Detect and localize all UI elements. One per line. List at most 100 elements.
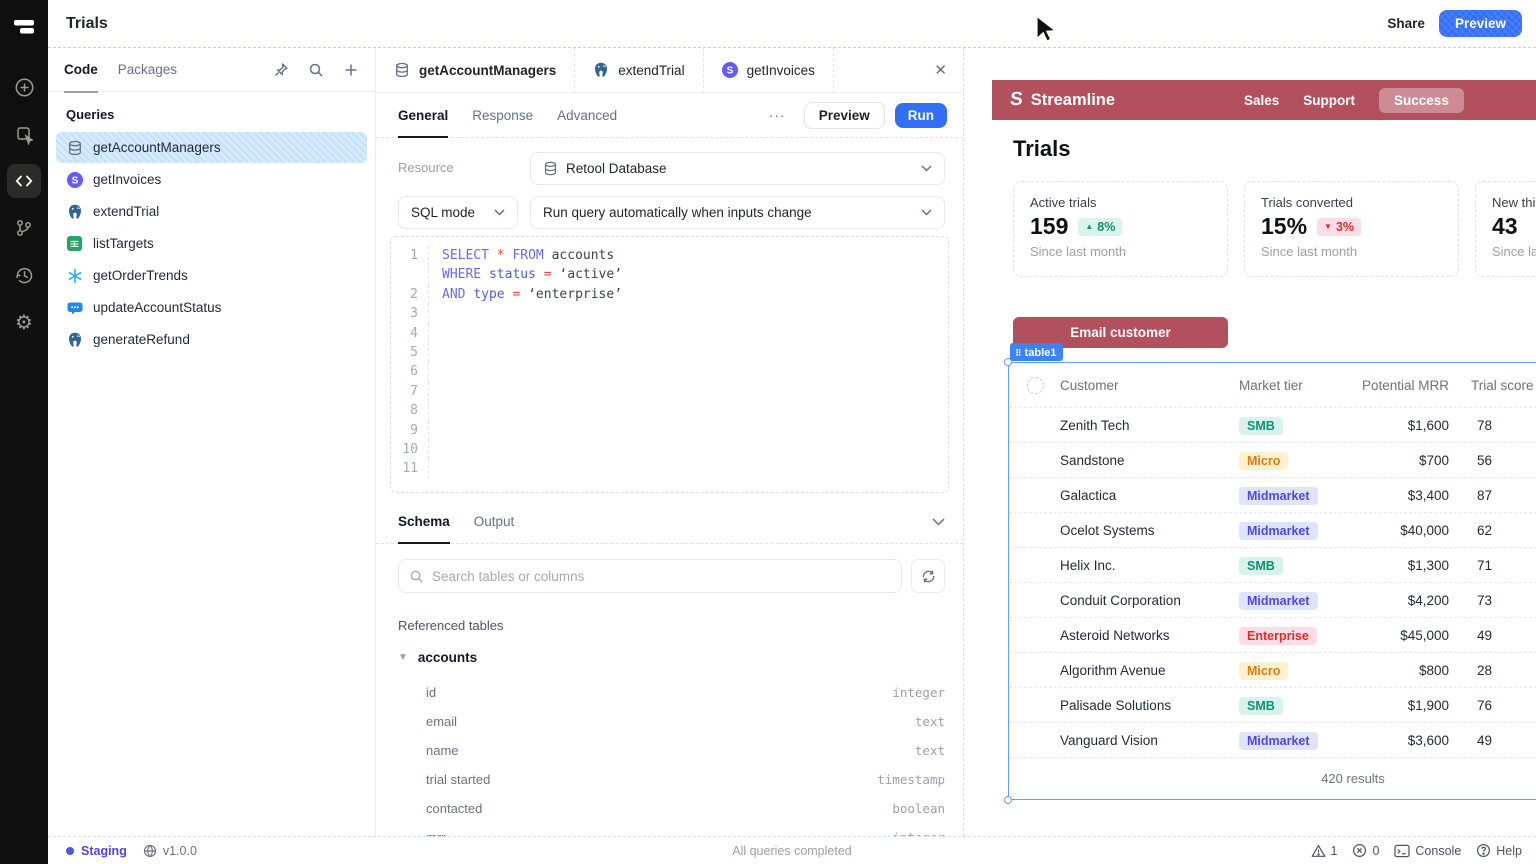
code-panel-icon[interactable] <box>7 164 41 198</box>
table-row[interactable]: Zenith TechSMB$1,60078 <box>1009 407 1536 442</box>
cell-market-tier: SMB <box>1239 688 1283 723</box>
table-name: accounts <box>418 650 477 665</box>
arrow-up-icon: ▲ <box>1085 222 1093 231</box>
tab-packages[interactable]: Packages <box>118 48 177 92</box>
table-row[interactable]: SandstoneMicro$70056 <box>1009 442 1536 477</box>
schema-search[interactable] <box>398 559 902 593</box>
stat-delta-badge: ▲8% <box>1078 218 1122 236</box>
query-item-getInvoices[interactable]: SgetInvoices <box>56 164 367 195</box>
schema-field-name[interactable]: nametext <box>426 736 945 765</box>
add-query-icon[interactable] <box>343 62 359 78</box>
schema-search-input[interactable] <box>432 569 891 584</box>
field-type: text <box>915 743 945 758</box>
schema-field-contacted[interactable]: contactedboolean <box>426 794 945 823</box>
nav-success[interactable]: Success <box>1379 88 1464 113</box>
environment-selector[interactable]: Staging <box>66 844 127 858</box>
schema-field-trial-started[interactable]: trial startedtimestamp <box>426 765 945 794</box>
nav-support[interactable]: Support <box>1303 93 1355 108</box>
editor-toolbar: General Response Advanced ··· Preview Ru… <box>376 93 963 138</box>
tab-advanced[interactable]: Advanced <box>557 93 617 138</box>
field-type: timestamp <box>877 772 945 787</box>
more-options-icon[interactable]: ··· <box>769 107 786 123</box>
search-icon[interactable] <box>308 62 324 78</box>
close-tab-icon[interactable]: ✕ <box>934 61 947 79</box>
collapse-chevron-icon[interactable] <box>932 518 945 526</box>
schema-field-id[interactable]: idinteger <box>426 678 945 707</box>
code-line: 7 <box>391 382 948 401</box>
add-icon[interactable] <box>7 70 41 104</box>
brand-name: Streamline <box>1031 91 1115 110</box>
query-item-getAccountManagers[interactable]: getAccountManagers <box>56 132 367 163</box>
table-accounts-toggle[interactable]: ▼ accounts <box>398 650 477 665</box>
cell-market-tier: Midmarket <box>1239 723 1318 758</box>
run-button[interactable]: Run <box>895 103 947 128</box>
table-row[interactable]: Algorithm AvenueMicro$80028 <box>1009 652 1536 687</box>
chevron-down-icon <box>921 165 932 172</box>
table-row[interactable]: Ocelot SystemsMidmarket$40,00062 <box>1009 512 1536 547</box>
warnings-indicator[interactable]: 1 <box>1311 844 1338 858</box>
query-item-getOrderTrends[interactable]: getOrderTrends <box>56 260 367 291</box>
auto-run-select[interactable]: Run query automatically when inputs chan… <box>530 196 945 229</box>
brand-logo: S Streamline <box>1010 89 1115 111</box>
table-row[interactable]: Conduit CorporationMidmarket$4,20073 <box>1009 582 1536 617</box>
select-tool-icon[interactable] <box>7 117 41 151</box>
history-icon[interactable] <box>7 258 41 292</box>
select-all-checkbox[interactable] <box>1027 377 1044 394</box>
col-potential-mrr[interactable]: Potential MRR <box>1339 378 1449 393</box>
tab-code[interactable]: Code <box>64 48 98 92</box>
editor-tab-getAccountManagers[interactable]: getAccountManagers <box>376 48 575 93</box>
settings-gear-icon[interactable]: ⚙ <box>7 305 41 339</box>
preview-button[interactable]: Preview <box>1439 10 1522 37</box>
editor-tab-getInvoices[interactable]: SgetInvoices <box>704 48 834 93</box>
cell-potential-mrr: $3,600 <box>1339 723 1449 758</box>
error-count: 0 <box>1372 844 1379 858</box>
svg-text:S: S <box>71 175 78 186</box>
tab-general[interactable]: General <box>398 93 448 138</box>
share-button[interactable]: Share <box>1373 10 1439 37</box>
schema-field-email[interactable]: emailtext <box>426 707 945 736</box>
sql-code-editor[interactable]: 1SELECT * FROM accountsWHERE status = ‘a… <box>390 236 949 493</box>
resource-select[interactable]: Retool Database <box>530 152 945 185</box>
query-item-listTargets[interactable]: listTargets <box>56 228 367 259</box>
version-selector[interactable]: v1.0.0 <box>143 844 197 858</box>
query-preview-button[interactable]: Preview <box>804 102 885 129</box>
console-toggle[interactable]: Console <box>1394 844 1461 858</box>
table-row[interactable]: Asteroid NetworksEnterprise$45,00049 <box>1009 617 1536 652</box>
tab-schema[interactable]: Schema <box>398 499 450 544</box>
schema-field-mrr[interactable]: mrrinteger <box>426 823 945 836</box>
refresh-schema-button[interactable] <box>911 559 945 593</box>
line-number: 3 <box>391 304 429 323</box>
nav-sales[interactable]: Sales <box>1244 93 1279 108</box>
pin-icon[interactable] <box>273 62 289 78</box>
cell-customer: Helix Inc. <box>1060 548 1116 583</box>
table-row[interactable]: Palisade SolutionsSMB$1,90076 <box>1009 687 1536 722</box>
editor-tab-extendTrial[interactable]: extendTrial <box>575 48 703 93</box>
page-title: Trials <box>66 15 108 33</box>
help-menu[interactable]: Help <box>1476 843 1522 858</box>
help-icon <box>1476 843 1491 858</box>
git-branch-icon[interactable] <box>7 211 41 245</box>
tab-output[interactable]: Output <box>474 499 515 544</box>
col-customer[interactable]: Customer <box>1060 378 1119 393</box>
query-item-updateAccountStatus[interactable]: updateAccountStatus <box>56 292 367 323</box>
status-bar: Staging v1.0.0 All queries completed 1 0… <box>48 836 1536 864</box>
errors-indicator[interactable]: 0 <box>1352 843 1379 858</box>
query-item-extendTrial[interactable]: extendTrial <box>56 196 367 227</box>
retool-logo-icon[interactable] <box>7 10 41 44</box>
table-row[interactable]: Vanguard VisionMidmarket$3,60049 <box>1009 722 1536 757</box>
query-item-generateRefund[interactable]: generateRefund <box>56 324 367 355</box>
table-row[interactable]: GalacticaMidmarket$3,40087 <box>1009 477 1536 512</box>
mode-select[interactable]: SQL mode <box>398 196 518 229</box>
cell-market-tier: SMB <box>1239 548 1283 583</box>
stat-value: 43 <box>1492 213 1518 240</box>
col-market-tier[interactable]: Market tier <box>1239 378 1303 393</box>
tab-response[interactable]: Response <box>472 93 533 138</box>
col-trial-score[interactable]: Trial score <box>1471 378 1534 393</box>
editor-tab-label: getAccountManagers <box>419 63 556 78</box>
stat-value: 15% <box>1261 213 1307 240</box>
table-row[interactable]: Helix Inc.SMB$1,30071 <box>1009 547 1536 582</box>
table1-component-badge[interactable]: ⠿ table1 <box>1010 343 1063 361</box>
resize-handle[interactable] <box>1004 796 1012 804</box>
trials-table[interactable]: Customer Market tier Potential MRR Trial… <box>1008 362 1536 800</box>
cell-customer: Zenith Tech <box>1060 408 1130 443</box>
